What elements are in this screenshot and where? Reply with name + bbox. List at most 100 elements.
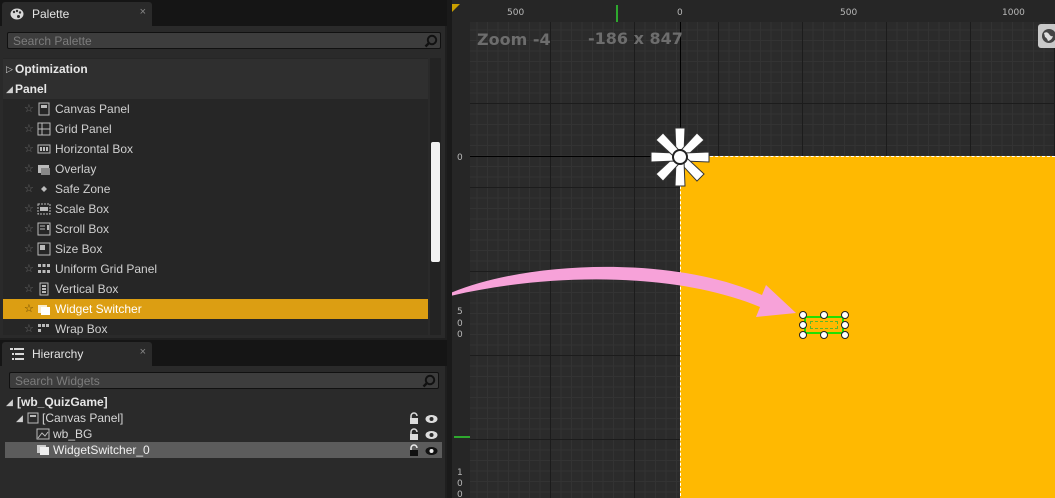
drag-arrow-icon [452, 266, 796, 317]
ruler-corner [452, 0, 470, 22]
expanded-arrow-icon: ◢ [6, 84, 13, 94]
ruler-label: 0 [457, 330, 463, 340]
screen-size-button[interactable] [1038, 24, 1055, 48]
globe-icon [1042, 29, 1055, 43]
lock-icon[interactable] [408, 428, 420, 440]
resize-handle[interactable] [841, 311, 849, 319]
palette-item-safe-zone[interactable]: ☆ Safe Zone [3, 179, 428, 199]
designer-viewport[interactable]: 500 0 500 1000 0 5 0 0 1 0 0 Zoom -4 -18… [452, 0, 1055, 498]
palette-icon [10, 8, 24, 20]
resize-handle[interactable] [841, 331, 849, 339]
hierarchy-tab[interactable]: Hierarchy × [2, 342, 152, 366]
hierarchy-search-input[interactable]: Search Widgets [9, 372, 439, 389]
star-icon[interactable]: ☆ [24, 102, 34, 115]
eye-icon[interactable] [425, 445, 438, 455]
hierarchy-node-widgetswitcher[interactable]: WidgetSwitcher_0 [5, 442, 442, 458]
image-icon [36, 428, 50, 443]
expanded-arrow-icon: ◢ [16, 413, 23, 423]
item-label: Wrap Box [55, 322, 108, 335]
resize-handle[interactable] [799, 311, 807, 319]
horizontal-box-icon [37, 142, 51, 156]
palette-item-canvas-panel[interactable]: ☆ Canvas Panel [3, 99, 428, 119]
safe-zone-icon [37, 182, 51, 196]
category-optimization[interactable]: ▷ Optimization [3, 59, 428, 79]
palette-tabbar: Palette × [0, 0, 447, 26]
ruler-label: 0 [677, 8, 683, 18]
zoom-label: Zoom -4 [477, 30, 551, 49]
category-label: Panel [15, 82, 48, 96]
hierarchy-root[interactable]: ◢ [wb_QuizGame] [5, 394, 442, 410]
star-icon[interactable]: ☆ [24, 182, 34, 195]
star-icon[interactable]: ☆ [24, 162, 34, 175]
star-icon[interactable]: ☆ [24, 322, 34, 335]
ruler-label: 0 [457, 490, 463, 498]
palette-item-scale-box[interactable]: ☆ Scale Box [3, 199, 428, 219]
palette-close-icon[interactable]: × [140, 6, 146, 18]
lock-icon[interactable] [408, 412, 420, 424]
widget-switcher-icon [36, 444, 50, 459]
search-icon[interactable] [424, 34, 438, 48]
palette-search-input[interactable]: Search Palette [7, 32, 441, 49]
star-icon[interactable]: ☆ [24, 242, 34, 255]
star-icon[interactable]: ☆ [24, 282, 34, 295]
palette-item-vertical-box[interactable]: ☆ Vertical Box [3, 279, 428, 299]
resize-handle[interactable] [841, 321, 849, 329]
item-label: Safe Zone [55, 182, 111, 196]
palette-list: ▷ Optimization ◢ Panel ☆ Canvas Panel ☆ … [3, 58, 428, 335]
eye-icon[interactable] [425, 413, 438, 423]
star-icon[interactable]: ☆ [24, 202, 34, 215]
palette-item-uniform-grid-panel[interactable]: ☆ Uniform Grid Panel [3, 259, 428, 279]
hierarchy-search-placeholder: Search Widgets [15, 374, 100, 388]
palette-item-size-box[interactable]: ☆ Size Box [3, 239, 428, 259]
item-label: Grid Panel [55, 122, 112, 136]
ruler-label: 500 [507, 8, 525, 18]
lock-icon[interactable] [408, 444, 420, 456]
star-icon[interactable]: ☆ [24, 302, 34, 315]
hierarchy-close-icon[interactable]: × [140, 346, 146, 358]
grid-panel-icon [37, 122, 51, 136]
item-label: Horizontal Box [55, 142, 134, 156]
palette-search-placeholder: Search Palette [13, 34, 92, 48]
star-icon[interactable]: ☆ [24, 222, 34, 235]
ruler-label: 0 [457, 479, 463, 489]
palette-item-scroll-box[interactable]: ☆ Scroll Box [3, 219, 428, 239]
star-icon[interactable]: ☆ [24, 122, 34, 135]
star-icon[interactable]: ☆ [24, 262, 34, 275]
canvas-panel-icon [37, 102, 51, 116]
hierarchy-node-wb-bg[interactable]: wb_BG [5, 426, 442, 442]
search-icon[interactable] [422, 374, 436, 388]
palette-item-horizontal-box[interactable]: ☆ Horizontal Box [3, 139, 428, 159]
palette-tab[interactable]: Palette × [2, 2, 152, 26]
vertical-box-icon [37, 282, 51, 296]
star-icon[interactable]: ☆ [24, 142, 34, 155]
eye-icon[interactable] [425, 429, 438, 439]
palette-item-wrap-box[interactable]: ☆ Wrap Box [3, 319, 428, 335]
item-label: Size Box [55, 242, 103, 256]
palette-item-widget-switcher[interactable]: ☆ Widget Switcher [3, 299, 428, 319]
size-box-icon [37, 242, 51, 256]
palette-item-overlay[interactable]: ☆ Overlay [3, 159, 428, 179]
ruler-label: 1 [457, 468, 463, 478]
palette-scrollbar[interactable] [430, 58, 441, 335]
resize-handle[interactable] [820, 331, 828, 339]
resize-handle[interactable] [799, 321, 807, 329]
anchor-medallion-icon[interactable] [645, 122, 715, 192]
category-label: Optimization [15, 62, 88, 76]
category-panel[interactable]: ◢ Panel [3, 79, 428, 99]
canvas-panel-area[interactable] [680, 156, 1055, 498]
resize-handle[interactable] [820, 311, 828, 319]
cursor-marker-left [454, 436, 470, 438]
scale-box-icon [37, 202, 51, 216]
hierarchy-node-canvas-panel[interactable]: ◢ [Canvas Panel] [5, 410, 442, 426]
ruler-label: 1000 [1002, 8, 1025, 18]
left-dock: Palette × Search Palette ▷ Optimization … [0, 0, 447, 498]
expanded-arrow-icon: ◢ [6, 397, 13, 407]
wrap-box-icon [37, 322, 51, 335]
item-label: Vertical Box [55, 282, 119, 296]
palette-scroll-thumb[interactable] [431, 142, 440, 262]
overlay-icon [37, 162, 51, 176]
hierarchy-icon [10, 348, 24, 360]
palette-item-grid-panel[interactable]: ☆ Grid Panel [3, 119, 428, 139]
resize-handle[interactable] [799, 331, 807, 339]
item-label: Scroll Box [55, 222, 110, 236]
